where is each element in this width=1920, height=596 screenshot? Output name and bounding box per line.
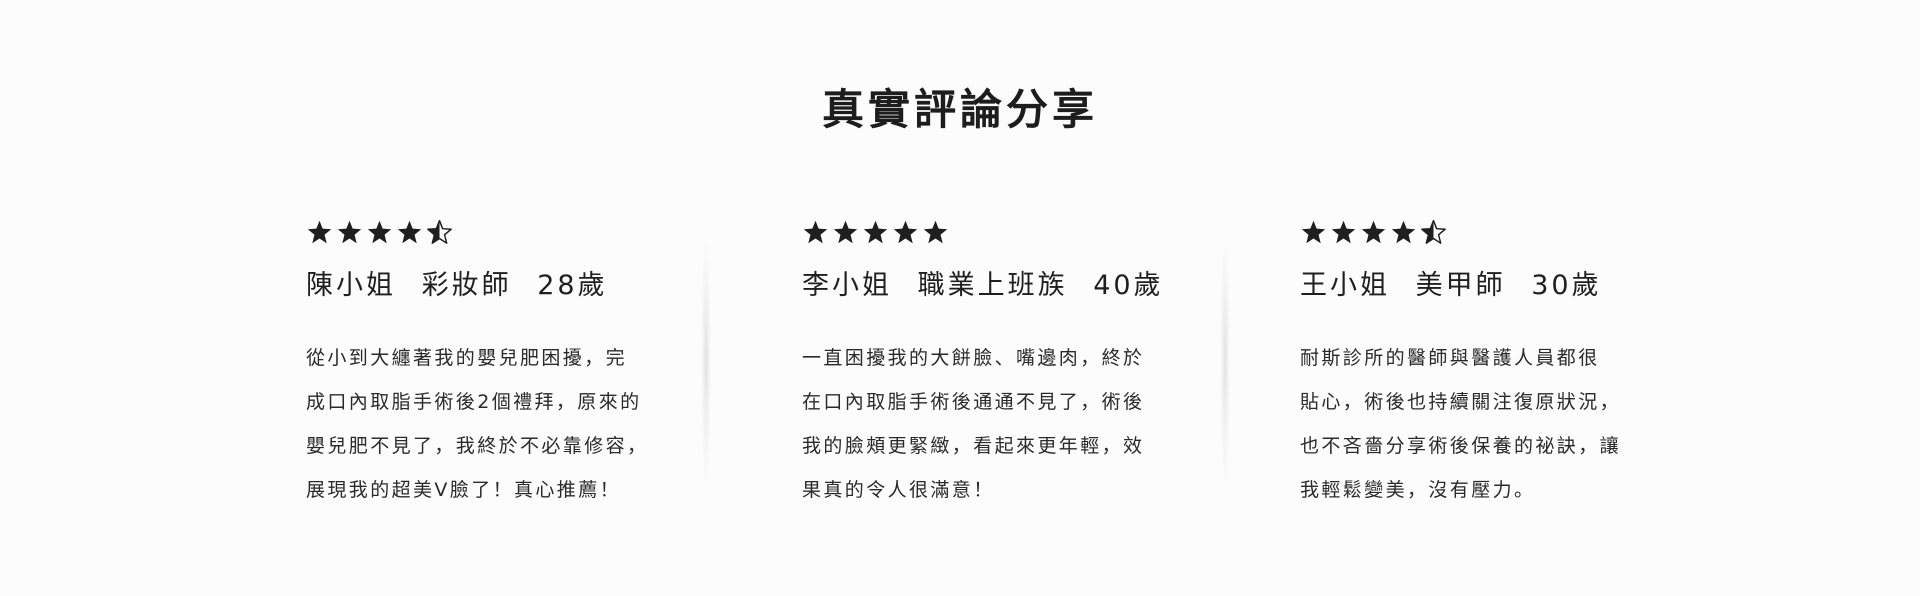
star-full-icon xyxy=(893,220,918,243)
star-full-icon xyxy=(833,220,858,243)
star-full-icon xyxy=(1391,220,1416,243)
star-full-icon xyxy=(803,220,828,243)
review-line: 我的臉頰更緊緻，看起來更年輕，效 xyxy=(802,435,1145,457)
star-full-icon xyxy=(1301,220,1326,243)
reviewer-name: 李小姐 xyxy=(802,270,892,301)
reviewer-role: 職業上班族 xyxy=(917,270,1068,301)
star-rating xyxy=(306,216,636,248)
reviewer-name: 王小姐 xyxy=(1300,270,1390,301)
review-line: 嬰兒肥不見了，我終於不必靠修容， xyxy=(306,435,649,457)
review-line: 我輕鬆變美，沒有壓力。 xyxy=(1300,479,1536,501)
reviewer-age: 40歲 xyxy=(1093,270,1164,301)
review-line: 耐斯診所的醫師與醫護人員都很 xyxy=(1300,347,1600,369)
divider xyxy=(701,236,711,486)
review-card: 王小姐 美甲師 30歲 耐斯診所的醫師與醫護人員都很 貼心，術後也持續關注復原狀… xyxy=(1300,216,1630,512)
review-line: 果真的令人很滿意！ xyxy=(802,479,995,501)
star-full-icon xyxy=(397,220,422,243)
review-text: 一直困擾我的大餅臉、嘴邊肉，終於 在口內取脂手術後通通不見了，術後 我的臉頰更緊… xyxy=(802,336,1145,512)
review-card: 陳小姐 彩妝師 28歲 從小到大纏著我的嬰兒肥困擾，完 成口內取脂手術後2個禮拜… xyxy=(306,216,649,512)
star-full-icon xyxy=(1361,220,1386,243)
reviewer-role: 彩妝師 xyxy=(421,270,512,301)
reviewer-info: 李小姐 職業上班族 40歲 xyxy=(802,268,1161,304)
star-rating xyxy=(1300,216,1630,248)
reviewer-info: 陳小姐 彩妝師 28歲 xyxy=(306,268,636,304)
star-rating xyxy=(802,216,1132,248)
star-full-icon xyxy=(923,220,948,243)
review-text: 耐斯診所的醫師與醫護人員都很 貼心，術後也持續關注復原狀況， 也不吝嗇分享術後保… xyxy=(1300,336,1630,512)
star-full-icon xyxy=(863,220,888,243)
page-title: 真實評論分享 xyxy=(821,85,1098,134)
reviewer-name: 陳小姐 xyxy=(306,270,396,301)
review-line: 也不吝嗇分享術後保養的祕訣，讓 xyxy=(1300,435,1622,457)
review-text: 從小到大纏著我的嬰兒肥困擾，完 成口內取脂手術後2個禮拜，原來的 嬰兒肥不見了，… xyxy=(306,336,649,512)
reviews-section: 陳小姐 彩妝師 28歲 從小到大纏著我的嬰兒肥困擾，完 成口內取脂手術後2個禮拜… xyxy=(0,216,1920,516)
star-half-icon xyxy=(427,219,452,244)
reviewer-role: 美甲師 xyxy=(1415,270,1506,301)
reviewer-info: 王小姐 美甲師 30歲 xyxy=(1300,268,1630,304)
reviewer-age: 30歲 xyxy=(1531,270,1602,301)
review-line: 貼心，術後也持續關注復原狀況， xyxy=(1300,391,1622,413)
star-full-icon xyxy=(307,220,332,243)
star-full-icon xyxy=(1331,220,1356,243)
divider xyxy=(1220,236,1230,486)
star-full-icon xyxy=(337,220,362,243)
review-line: 展現我的超美V臉了！真心推薦！ xyxy=(306,479,621,501)
review-line: 從小到大纏著我的嬰兒肥困擾，完 xyxy=(306,347,628,369)
review-line: 一直困擾我的大餅臉、嘴邊肉，終於 xyxy=(802,347,1145,369)
star-full-icon xyxy=(367,220,392,243)
review-line: 成口內取脂手術後2個禮拜，原來的 xyxy=(306,391,642,413)
review-line: 在口內取脂手術後通通不見了，術後 xyxy=(802,391,1145,413)
reviewer-age: 28歲 xyxy=(537,270,608,301)
star-half-icon xyxy=(1421,219,1446,244)
review-card: 李小姐 職業上班族 40歲 一直困擾我的大餅臉、嘴邊肉，終於 在口內取脂手術後通… xyxy=(802,216,1161,512)
